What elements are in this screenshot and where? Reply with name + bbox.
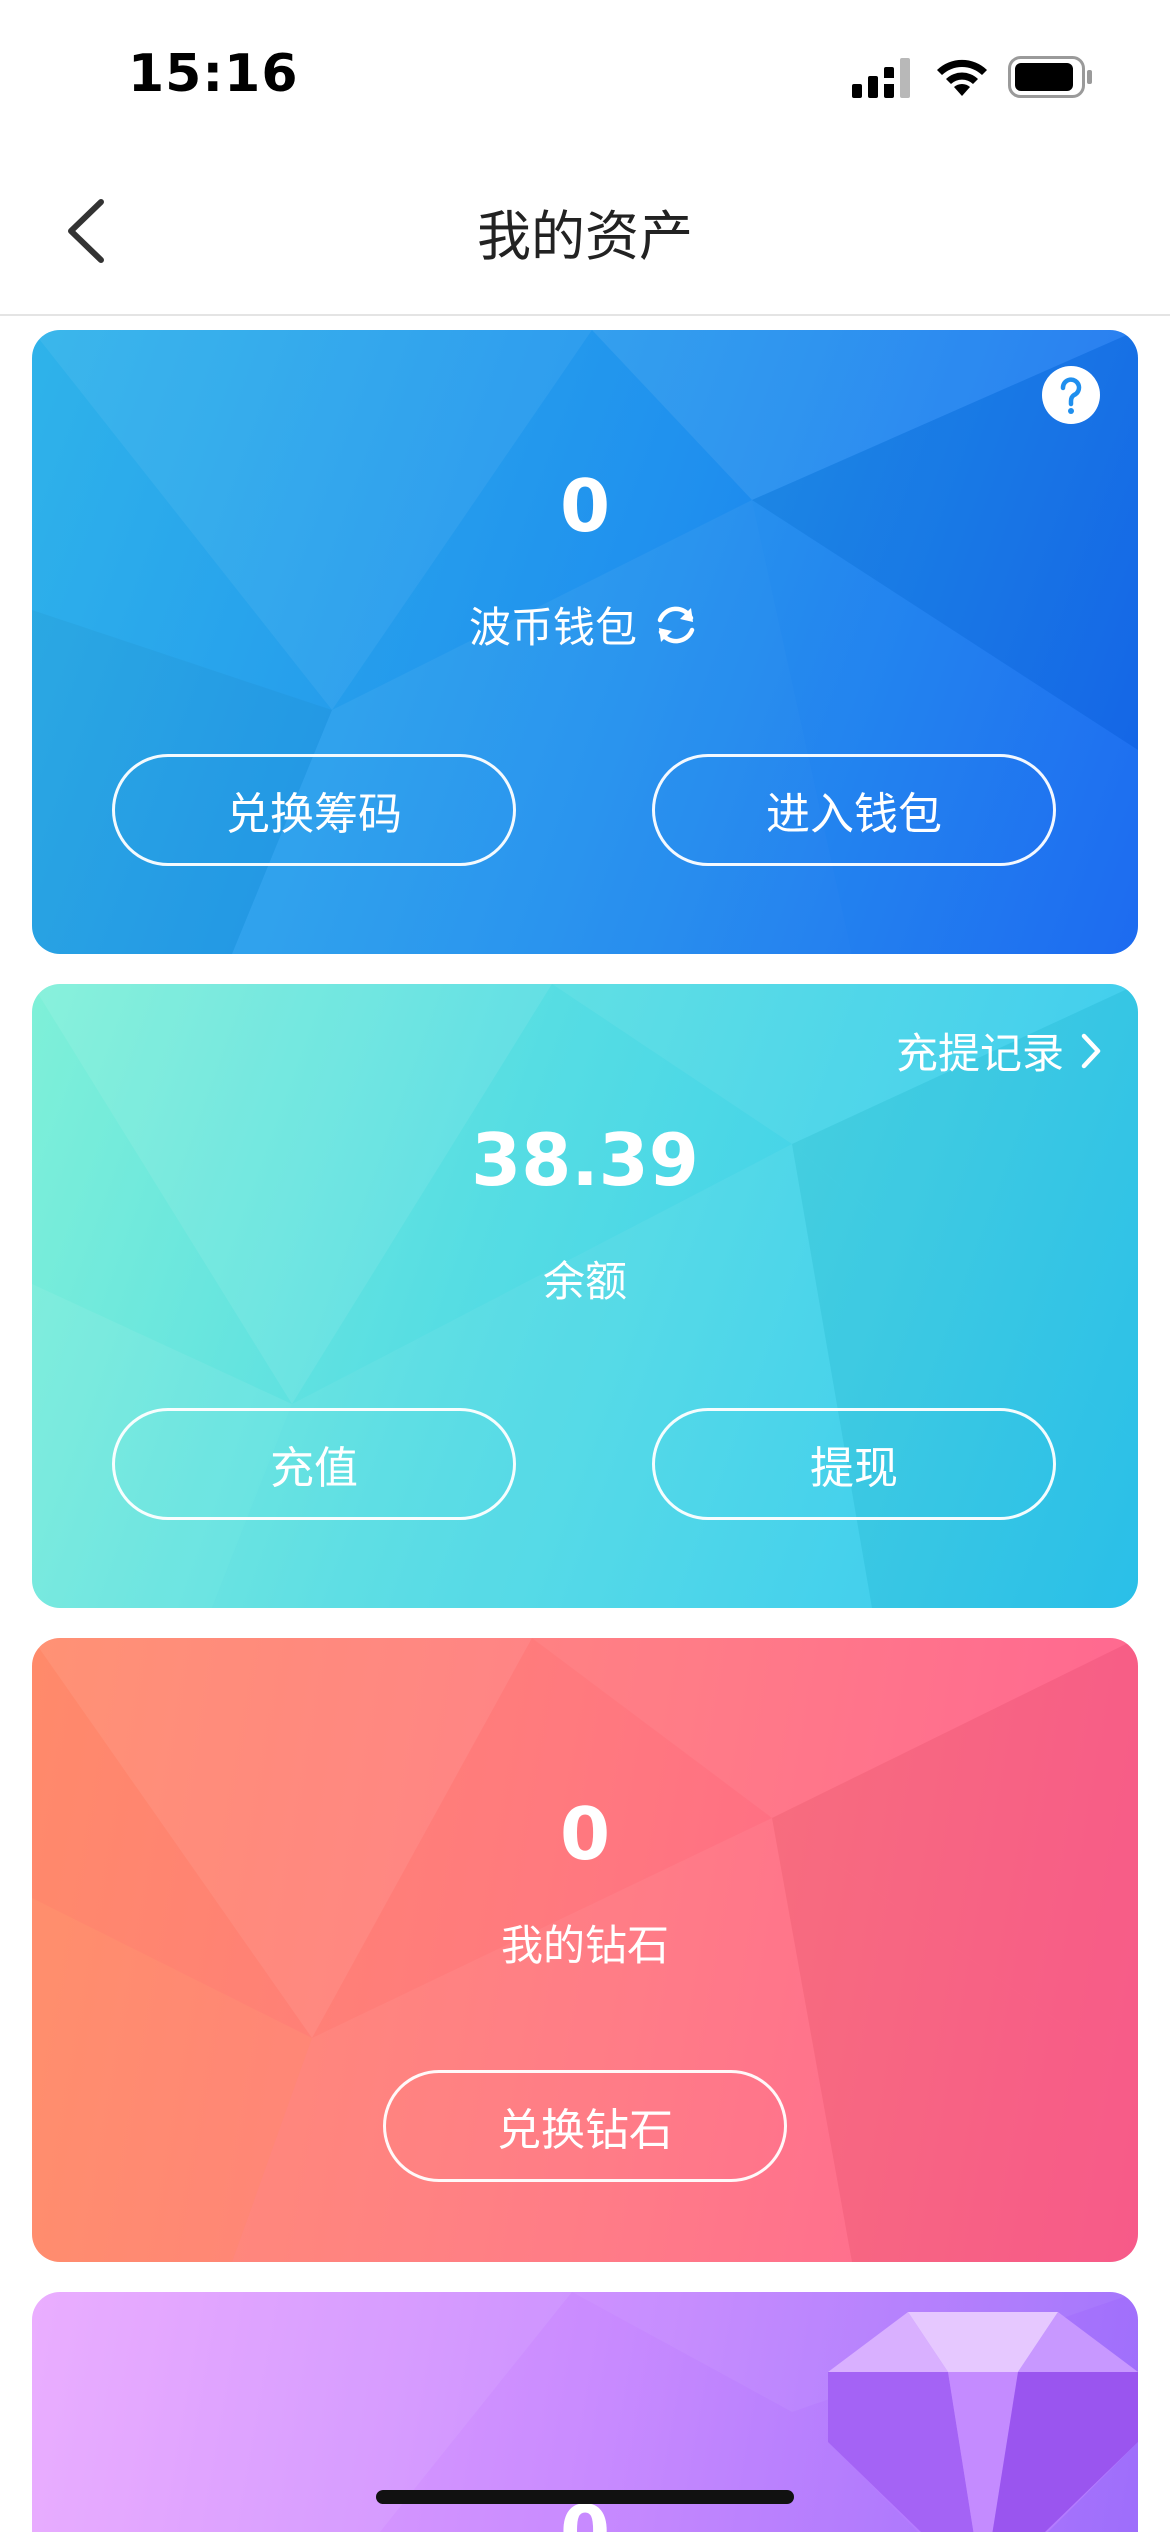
wallet-label-row: 波币钱包: [32, 594, 1138, 655]
chevron-right-icon: [1081, 1033, 1101, 1068]
diamond-amount: 0: [559, 1792, 611, 1876]
battery-icon: [1008, 56, 1092, 98]
balance-amount: 38.39: [471, 1118, 699, 1202]
wallet-amount: 0: [559, 464, 611, 548]
status-time: 15:16: [128, 44, 299, 104]
wallet-card: 0 波币钱包 兑换筹码 进入钱包: [32, 330, 1138, 954]
question-circle-icon[interactable]: [1040, 364, 1102, 426]
signal-icon: [852, 58, 910, 98]
balance-card: 充提记录 38.39 余额 充值 提现: [32, 984, 1138, 1608]
balance-label: 余额: [542, 1257, 627, 1306]
diamond-card: 0 我的钻石 兑换钻石: [32, 1638, 1138, 2262]
home-indicator: [376, 2490, 794, 2504]
my-assets-screen: 15:16 我的资产 0 波币钱包 兑换筹码 进入钱包 充提记录 38.39 余…: [0, 0, 1170, 2532]
refresh-icon[interactable]: [651, 600, 701, 650]
wifi-icon: [937, 59, 987, 96]
recharge-withdraw-records-link[interactable]: 充提记录: [896, 1020, 1102, 1081]
enter-wallet-button[interactable]: 进入钱包: [652, 754, 1056, 866]
recharge-button[interactable]: 充值: [112, 1408, 516, 1520]
status-bar: 15:16: [0, 0, 1170, 150]
diamond-label: 我的钻石: [500, 1921, 669, 1970]
records-link-label: 充提记录: [895, 1029, 1064, 1078]
page-title: 我的资产: [477, 205, 693, 268]
withdraw-button[interactable]: 提现: [652, 1408, 1056, 1520]
wallet-label: 波币钱包: [468, 603, 637, 652]
exchange-diamond-button[interactable]: 兑换钻石: [383, 2070, 787, 2182]
navigation-bar: 我的资产: [0, 150, 1170, 316]
exchange-chips-button[interactable]: 兑换筹码: [112, 754, 516, 866]
